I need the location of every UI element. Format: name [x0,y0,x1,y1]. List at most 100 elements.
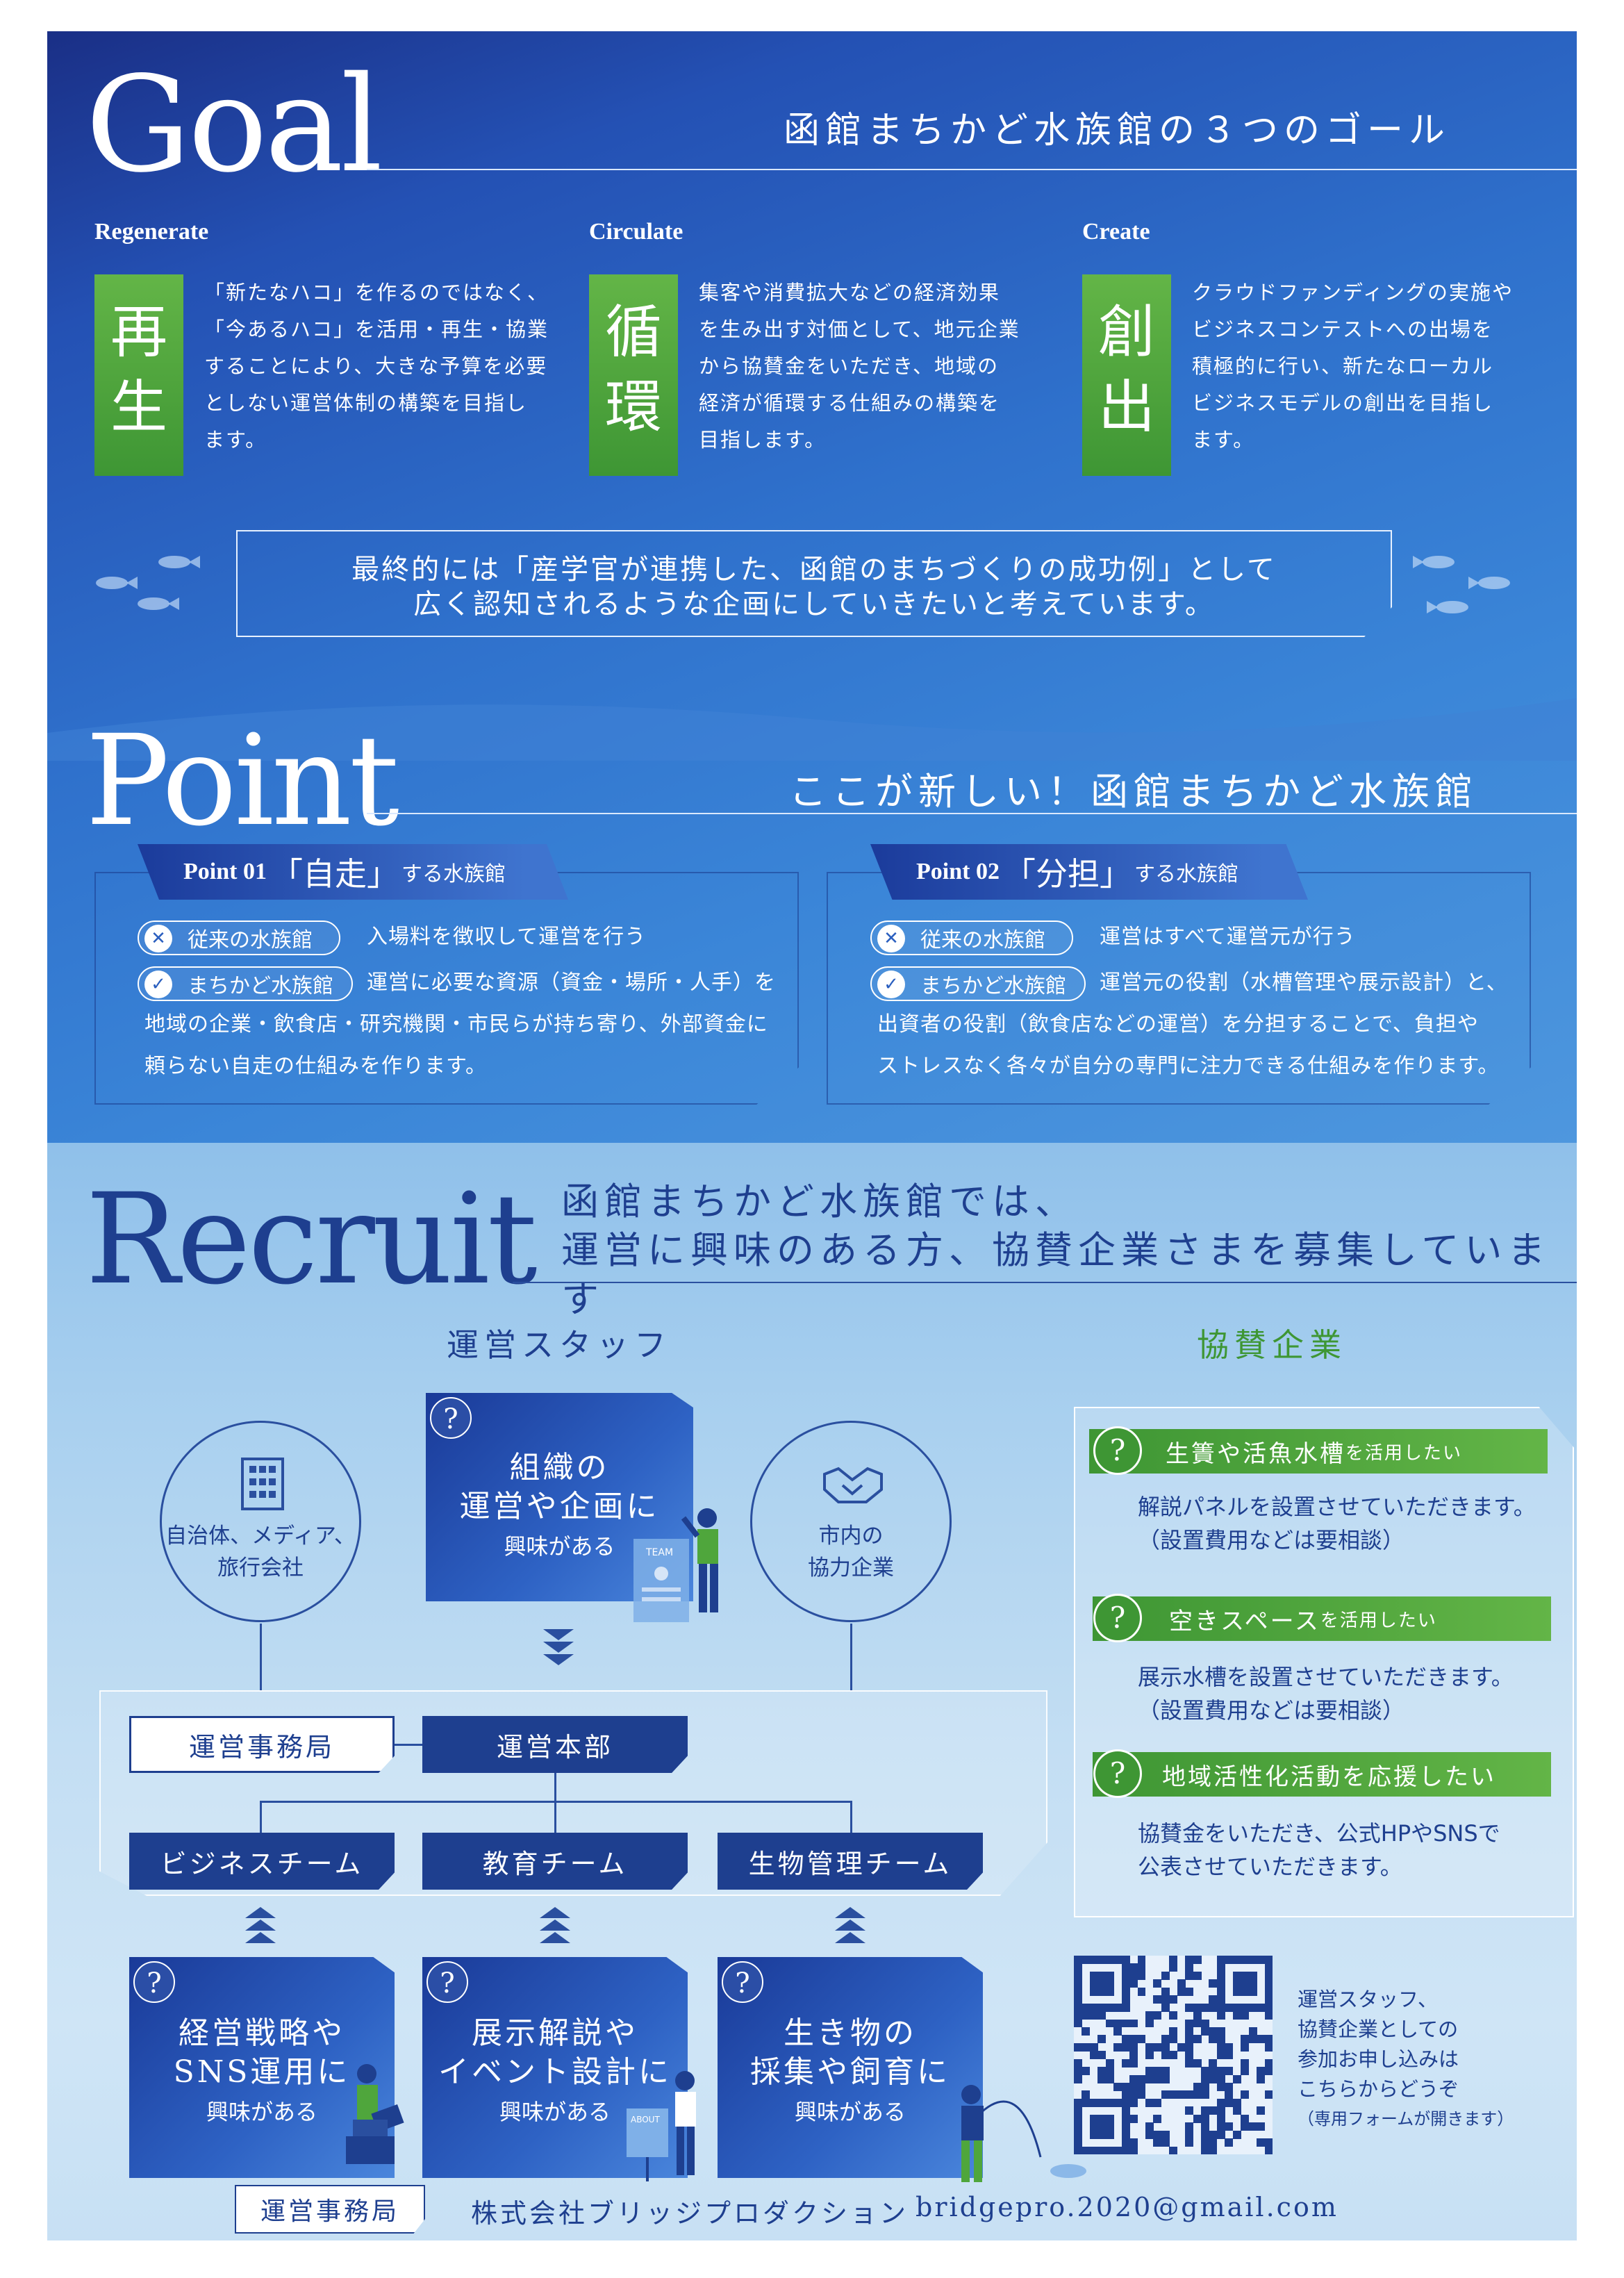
sponsor-support-text: 協賛金をいただき、公式HPやSNSで 公表させていただきます。 [1138,1820,1500,1880]
cross-icon: ✕ [877,925,905,952]
qr-module [1089,1987,1098,1996]
sponsor-option-space[interactable]: 空きスペース を活用したい [1093,1596,1551,1641]
arrow-up-icon [835,1920,865,1931]
qr-module [1232,2074,1241,2083]
qr-module [1113,2003,1122,2012]
qr-module [1264,1963,1273,1972]
point-title: Point [85,709,399,854]
point02-old-text: 運営はすべて運営元が行う [1100,925,1356,949]
qr-module [1082,2003,1091,2012]
sponsor-option-support[interactable]: 地域活性化活動を応援したい [1093,1752,1551,1797]
point01-new-pill: ✓ まちかど水族館 [138,966,353,1001]
qr-module [1074,2019,1082,2028]
qr-module [1264,1979,1273,1988]
qr-module [1137,2090,1146,2099]
qr-module [1201,2003,1209,2012]
fish-icon [96,577,138,589]
qr-module [1216,1987,1225,1996]
recruit-subtitle: 函館まちかど水族館では、 運営に興味のある方、協賛企業さまを募集しています [561,1180,1551,1321]
qr-module [1161,2003,1170,2012]
qr-module [1177,1987,1186,1996]
qr-module [1082,2146,1091,2155]
qr-module [1248,1987,1257,1996]
qr-module [1121,2058,1130,2067]
qr-module [1248,2003,1257,2012]
qr-module [1177,2042,1186,2052]
point02-tab: Point 02 「分担」 する水族館 [870,844,1308,900]
qr-module [1121,2083,1130,2091]
question-icon: ? [1093,1426,1142,1475]
building-icon [241,1458,284,1510]
qr-module [1264,2067,1273,2076]
qr-module [1193,2114,1202,2123]
qr-module [1161,2090,1170,2099]
arrow-up-icon [540,1920,570,1931]
qr-module [1137,2035,1146,2044]
qr-module [1201,2106,1209,2115]
poster: Goal 函館まちかど水族館の３つのゴール Regenerate 再生 「新たな… [47,31,1577,2240]
svg-text:ABOUT: ABOUT [631,2115,660,2124]
sponsor-option-tank[interactable]: 生簀や活魚水槽 を活用したい [1089,1429,1548,1474]
qr-module [1145,2051,1154,2060]
qr-module [1129,2098,1138,2107]
qr-module [1097,1971,1107,1980]
qr-module [1074,2130,1082,2139]
qr-module [1097,2122,1107,2131]
qr-module [1209,2058,1218,2067]
qr-module [1169,1963,1178,1972]
question-icon: ? [426,1961,468,2003]
goal-create-text: クラウドファンディングの実施や ビジネスコンテストへの出場を 積極的に行い、新たなロ… [1192,281,1514,452]
qr-module [1241,2035,1250,2044]
qr-module [1121,2003,1130,2012]
fish-icon [158,556,200,568]
connector [554,1801,556,1833]
qr-code[interactable] [1074,1956,1273,2155]
goal-circulate-text: 集客や消費拡大などの経済効果 を生み出す対価として、地元企業 から協賛金をいただき、… [699,281,1020,452]
goal-create-kanji: 創出 [1082,274,1171,476]
qr-module [1169,2035,1178,2044]
qr-module [1216,2003,1225,2012]
qr-module [1248,2122,1257,2131]
qr-module [1264,2011,1273,2020]
qr-module [1177,2090,1186,2099]
qr-module [1232,1979,1241,1988]
sponsor-space-text: 展示水槽を設置させていただきます。 （設置費用などは要相談） [1138,1664,1514,1724]
org-office: 運営事務局 [129,1716,395,1773]
qr-module [1097,2067,1107,2076]
qr-module [1216,2098,1225,2107]
qr-module [1074,2146,1082,2155]
qr-module [1082,2042,1091,2052]
qr-module [1153,2130,1162,2139]
circle-municipality: 自治体、メディア、 旅行会社 [160,1421,361,1622]
qr-module [1193,1956,1202,1964]
qr-module [1089,2122,1098,2131]
handshake-icon [823,1467,883,1503]
qr-module [1216,2114,1225,2123]
qr-module [1185,2090,1194,2099]
footer-email[interactable]: bridgepro.2020@gmail.com [915,2192,1339,2222]
qr-module [1169,1956,1178,1964]
qr-module [1145,2067,1154,2076]
qr-module [1137,1956,1146,1964]
qr-module [1121,2042,1130,2052]
qr-module [1121,2146,1130,2155]
qr-module [1248,2027,1257,2036]
qr-module [1089,2098,1098,2107]
arrow-down-icon [543,1629,574,1640]
point02-old-pill: ✕ 従来の水族館 [870,921,1073,955]
qr-module [1185,2003,1194,2012]
qr-module [1153,1979,1162,1988]
qr-module [1232,1987,1241,1996]
qr-module [1129,2114,1138,2123]
circle-local-companies: 市内の 協力企業 [750,1421,952,1622]
qr-module [1145,2042,1154,2052]
qr-module [1257,2106,1266,2115]
qr-module [1241,1987,1250,1996]
point01-new-text2: 地域の企業・飲食店・研究機関・市民らが持ち寄り、外部資金に [144,1012,768,1037]
qr-module [1241,2067,1250,2076]
question-icon: ? [133,1961,175,2003]
fish-icon [1423,556,1455,568]
qr-module [1264,2058,1273,2067]
qr-module [1241,2058,1250,2067]
arrow-up-icon [245,1932,276,1943]
